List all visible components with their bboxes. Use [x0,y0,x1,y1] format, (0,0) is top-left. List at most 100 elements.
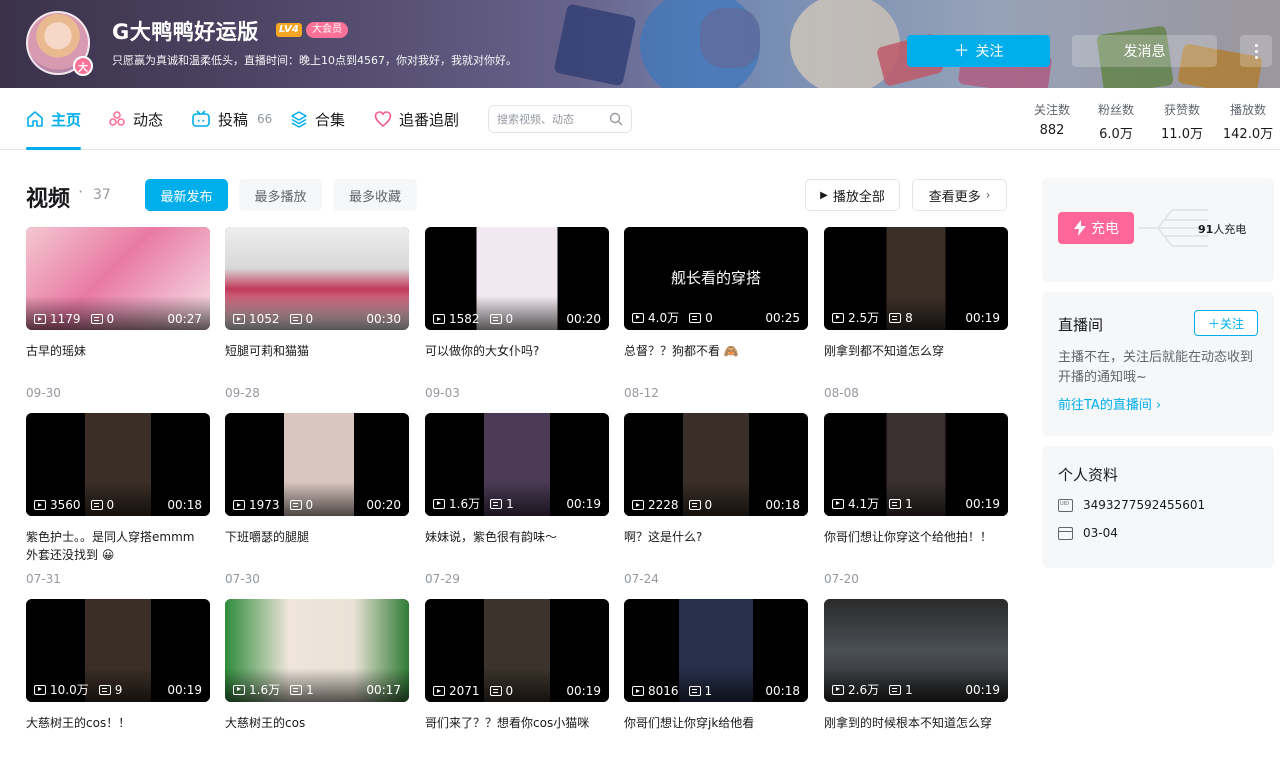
video-thumbnail[interactable]: 舰长看的穿搭 4.0万 0 00:25 [624,227,808,330]
video-thumbnail[interactable]: 3560 0 00:18 [26,413,210,516]
video-title[interactable]: 可以做你的大女仆吗? [425,342,609,378]
video-title[interactable]: 妹妹说，紫色很有韵味～ [425,528,609,564]
see-more-button[interactable]: 查看更多 › [912,179,1007,211]
video-card[interactable]: 2071 0 00:19 哥们来了？？想看你cos小猫咪 [425,599,609,758]
more-dot-icon [1254,55,1258,59]
video-card[interactable]: 1.6万 1 00:17 大慈树王的cos [225,599,409,758]
danmaku-count: 0 [305,312,314,326]
video-duration: 00:18 [167,498,202,512]
stat-fans[interactable]: 粉丝数 6.0万 [1090,101,1142,142]
video-date: 09-30 [26,386,61,400]
live-follow-button[interactable]: ＋关注 [1194,310,1258,336]
video-title[interactable]: 哥们来了？？想看你cos小猫咪 [425,714,609,750]
video-title[interactable]: 下班嚼瑟的腿腿 [225,528,409,564]
tab-uploads-count: 66 [257,112,273,126]
video-card[interactable]: 1179 0 00:27 古早的瑶妹 09-30 [26,227,210,400]
video-stats: 2071 0 00:19 [433,684,601,698]
video-title[interactable]: 总督？？狗都不看 🙈 [624,342,808,378]
plus-icon: ＋ [953,41,970,60]
video-card[interactable]: 2.6万 1 00:19 刚拿到的时候根本不知道怎么穿 [824,599,1008,758]
stat-following[interactable]: 关注数 882 [1026,101,1078,138]
search-icon[interactable] [609,112,623,126]
video-thumbnail[interactable]: 10.0万 9 00:19 [26,599,210,702]
video-card[interactable]: 1582 0 00:20 可以做你的大女仆吗? 09-03 [425,227,609,400]
follow-button[interactable]: ＋ 关注 [907,35,1050,67]
tab-home[interactable]: 主页 [26,88,82,150]
video-card[interactable]: 舰长看的穿搭 4.0万 0 00:25 总督？？狗都不看 🙈 08-12 [624,227,808,400]
video-thumbnail[interactable]: 1179 0 00:27 [26,227,210,330]
danmaku-icon [90,314,103,324]
video-thumbnail[interactable]: 1.6万 1 00:17 [225,599,409,702]
video-card[interactable]: 1052 0 00:30 短腿可莉和猫猫 09-28 [225,227,409,400]
video-duration: 00:19 [566,684,601,698]
video-card[interactable]: 2.5万 8 00:19 刚拿到都不知道怎么穿 08-08 [824,227,1008,400]
video-thumbnail[interactable]: 8016 1 00:18 [624,599,808,702]
video-date: 08-12 [624,386,659,400]
video-thumbnail[interactable]: 2.5万 8 00:19 [824,227,1008,330]
charge-button[interactable]: 充电 [1058,212,1134,244]
video-thumbnail[interactable]: 4.1万 1 00:19 [824,413,1008,516]
video-card[interactable]: 1973 0 00:20 下班嚼瑟的腿腿 07-30 [225,413,409,586]
play-count: 1.6万 [449,497,481,511]
video-thumbnail[interactable]: 1052 0 00:30 [225,227,409,330]
sort-most-played-button[interactable]: 最多播放 [239,179,322,211]
video-thumbnail[interactable]: 2.6万 1 00:19 [824,599,1008,702]
play-count: 4.0万 [648,311,680,325]
sort-most-favorited-button[interactable]: 最多收藏 [333,179,417,211]
video-title[interactable]: 古早的瑶妹 [26,342,210,378]
video-title[interactable]: 大慈树王的cos [225,714,409,750]
video-thumbnail[interactable]: 2071 0 00:19 [425,599,609,702]
live-room-card: 直播间 ＋关注 主播不在，关注后就能在动态收到开播的通知哦~ 前往TA的直播间 … [1042,292,1274,436]
video-thumbnail[interactable]: 1973 0 00:20 [225,413,409,516]
video-title[interactable]: 你哥们想让你穿jk给他看 [624,714,808,750]
video-thumbnail[interactable]: 2228 0 00:18 [624,413,808,516]
video-card[interactable]: 1.6万 1 00:19 妹妹说，紫色很有韵味～ 07-29 [425,413,609,586]
video-thumbnail[interactable]: 1.6万 1 00:19 [425,413,609,516]
play-count-icon [233,314,245,324]
play-all-button[interactable]: ▶ 播放全部 [805,179,900,211]
video-title[interactable]: 你哥们想让你穿这个给他拍！！ [824,528,1008,564]
video-title[interactable]: 短腿可莉和猫猫 [225,342,409,378]
play-count-icon [433,314,445,324]
video-card[interactable]: 2228 0 00:18 啊？这是什么? 07-24 [624,413,808,586]
video-title[interactable]: 啊？这是什么? [624,528,808,564]
play-count-icon [34,684,46,695]
section-count: 37 [93,187,111,203]
play-count: 1582 [449,312,480,326]
danmaku-icon [889,312,902,323]
layers-icon [291,111,307,128]
video-thumbnail[interactable]: 1582 0 00:20 [425,227,609,330]
birthday-row: 03-04 [1058,526,1118,540]
sort-latest-button[interactable]: 最新发布 [145,179,228,211]
video-stats: 10.0万 9 00:19 [34,681,202,698]
danmaku-count: 8 [905,310,913,325]
calendar-icon [1058,526,1073,540]
video-title[interactable]: 刚拿到的时候根本不知道怎么穿 [824,714,1008,750]
message-button[interactable]: 发消息 [1072,35,1217,67]
search-input[interactable] [497,112,607,126]
video-date: 07-29 [425,572,460,586]
video-title[interactable]: 刚拿到都不知道怎么穿 [824,342,1008,378]
tab-uploads[interactable]: 投稿 66 [191,88,272,150]
stat-label: 关注数 [1033,103,1070,117]
tab-collections[interactable]: 合集 [290,88,345,150]
video-card[interactable]: 4.1万 1 00:19 你哥们想让你穿这个给他拍！！ 07-20 [824,413,1008,586]
chevron-right-icon: › [985,188,991,202]
video-card[interactable]: 8016 1 00:18 你哥们想让你穿jk给他看 [624,599,808,758]
tab-dynamic[interactable]: 动态 [108,88,163,150]
tab-bangumi[interactable]: 追番追剧 [374,88,459,150]
tab-uploads-label: 投稿 [218,110,249,129]
vip-badge[interactable]: 大会员 [306,22,348,38]
video-card[interactable]: 10.0万 9 00:19 大慈树王的cos！！ [26,599,210,758]
lightning-icon [1074,220,1086,236]
stat-likes: 获赞数 11.0万 [1156,101,1208,142]
uid-value[interactable]: 3493277592455601 [1083,498,1205,512]
video-title[interactable]: 紫色护士。。是同人穿搭emmm 外套还没找到 😀 [26,528,210,564]
up-name[interactable]: G大鸭鸭好运版 [112,16,259,46]
play-count: 2071 [449,684,480,698]
live-room-link[interactable]: 前往TA的直播间 › [1058,394,1161,413]
video-date: 08-08 [824,386,859,400]
video-card[interactable]: 3560 0 00:18 紫色护士。。是同人穿搭emmm 外套还没找到 😀 07-31 [26,413,210,586]
video-title[interactable]: 大慈树王的cos！！ [26,714,210,750]
more-options-button[interactable] [1240,35,1272,67]
